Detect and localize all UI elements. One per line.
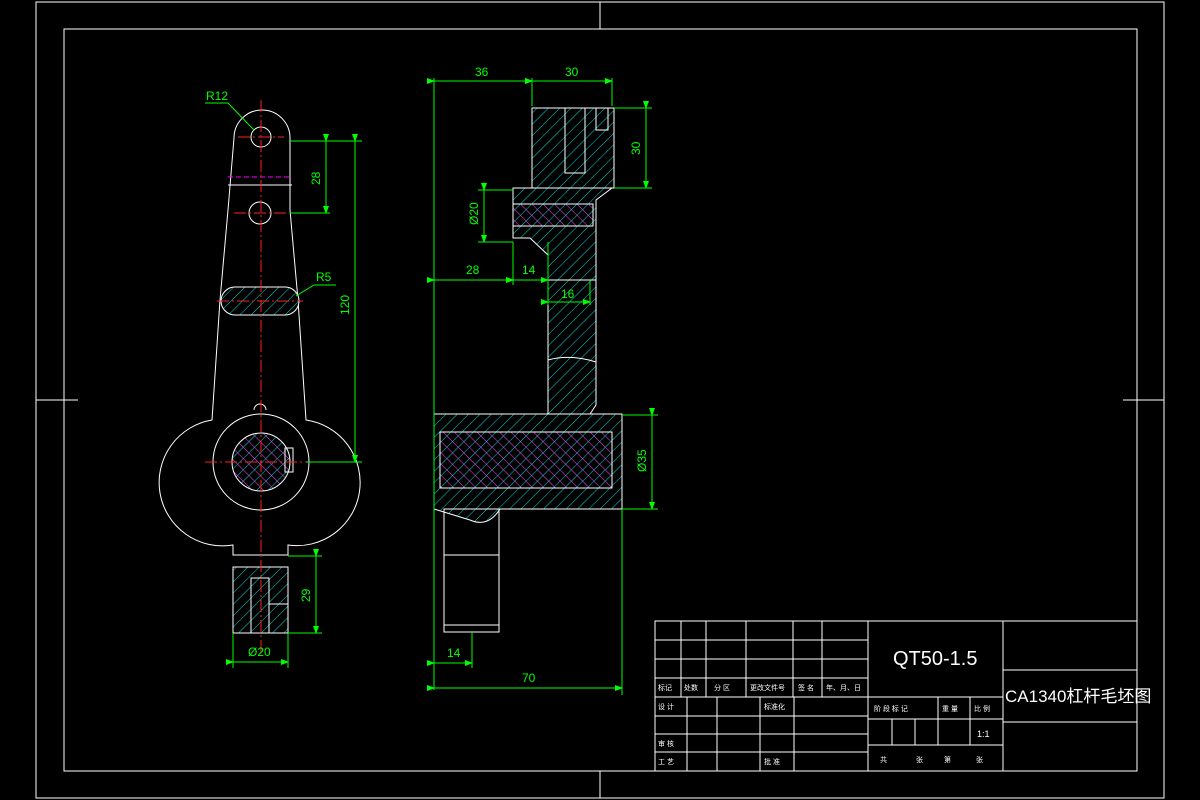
dim-28-front: 28	[309, 171, 323, 185]
tb-count: 处数	[684, 683, 698, 692]
tb-total: 共	[880, 755, 887, 764]
part-name: CA1340杠杆毛坯图	[1005, 687, 1151, 706]
tb-sign: 签 名	[798, 683, 814, 692]
tb-change-doc: 更改文件号	[750, 683, 785, 692]
tb-stage: 阶 段 标 记	[874, 704, 908, 713]
tb-sheets2: 张	[976, 755, 983, 764]
dim-28-side: 28	[466, 263, 480, 277]
dim-30-top: 30	[565, 65, 579, 79]
tb-scale: 比 例	[974, 704, 990, 713]
side-view	[433, 107, 623, 633]
dim-dia20-side: Ø20	[467, 202, 481, 225]
tb-no: 第	[944, 755, 951, 764]
dim-16: 16	[561, 287, 575, 301]
dim-36: 36	[475, 65, 489, 79]
tb-sheets1: 张	[916, 755, 923, 764]
title-block-text: QT50-1.5 CA1340杠杆毛坯图 标记 处数 分 区 更改文件号 签 名…	[658, 648, 1151, 766]
tb-scale-value: 1:1	[977, 729, 990, 739]
dim-29: 29	[299, 588, 313, 602]
tb-review: 审 核	[658, 739, 674, 748]
tb-design: 设 计	[658, 702, 674, 711]
tb-standard: 标准化	[764, 702, 785, 711]
tb-mark: 标记	[658, 683, 672, 692]
dim-120: 120	[338, 295, 352, 315]
tb-approve: 批 准	[764, 757, 780, 766]
dim-70: 70	[522, 671, 536, 685]
dim-dia35: Ø35	[635, 449, 649, 472]
dim-dia20-front: Ø20	[248, 645, 271, 659]
dim-14-bot: 14	[447, 646, 461, 660]
cad-drawing: R12 R5 28 120 29 Ø20 36 30 30 Ø20 28 14 …	[35, 1, 1165, 799]
dim-30-right: 30	[629, 141, 643, 155]
tb-weight: 重 量	[942, 705, 958, 713]
tb-date: 年、月、日	[826, 683, 861, 692]
front-view	[158, 100, 361, 655]
material-label: QT50-1.5	[893, 648, 977, 670]
tb-zone: 分 区	[714, 683, 730, 692]
tb-process: 工 艺	[658, 758, 674, 766]
dim-r5: R5	[316, 270, 332, 284]
dim-r12: R12	[206, 89, 228, 103]
dim-14-mid: 14	[522, 263, 536, 277]
